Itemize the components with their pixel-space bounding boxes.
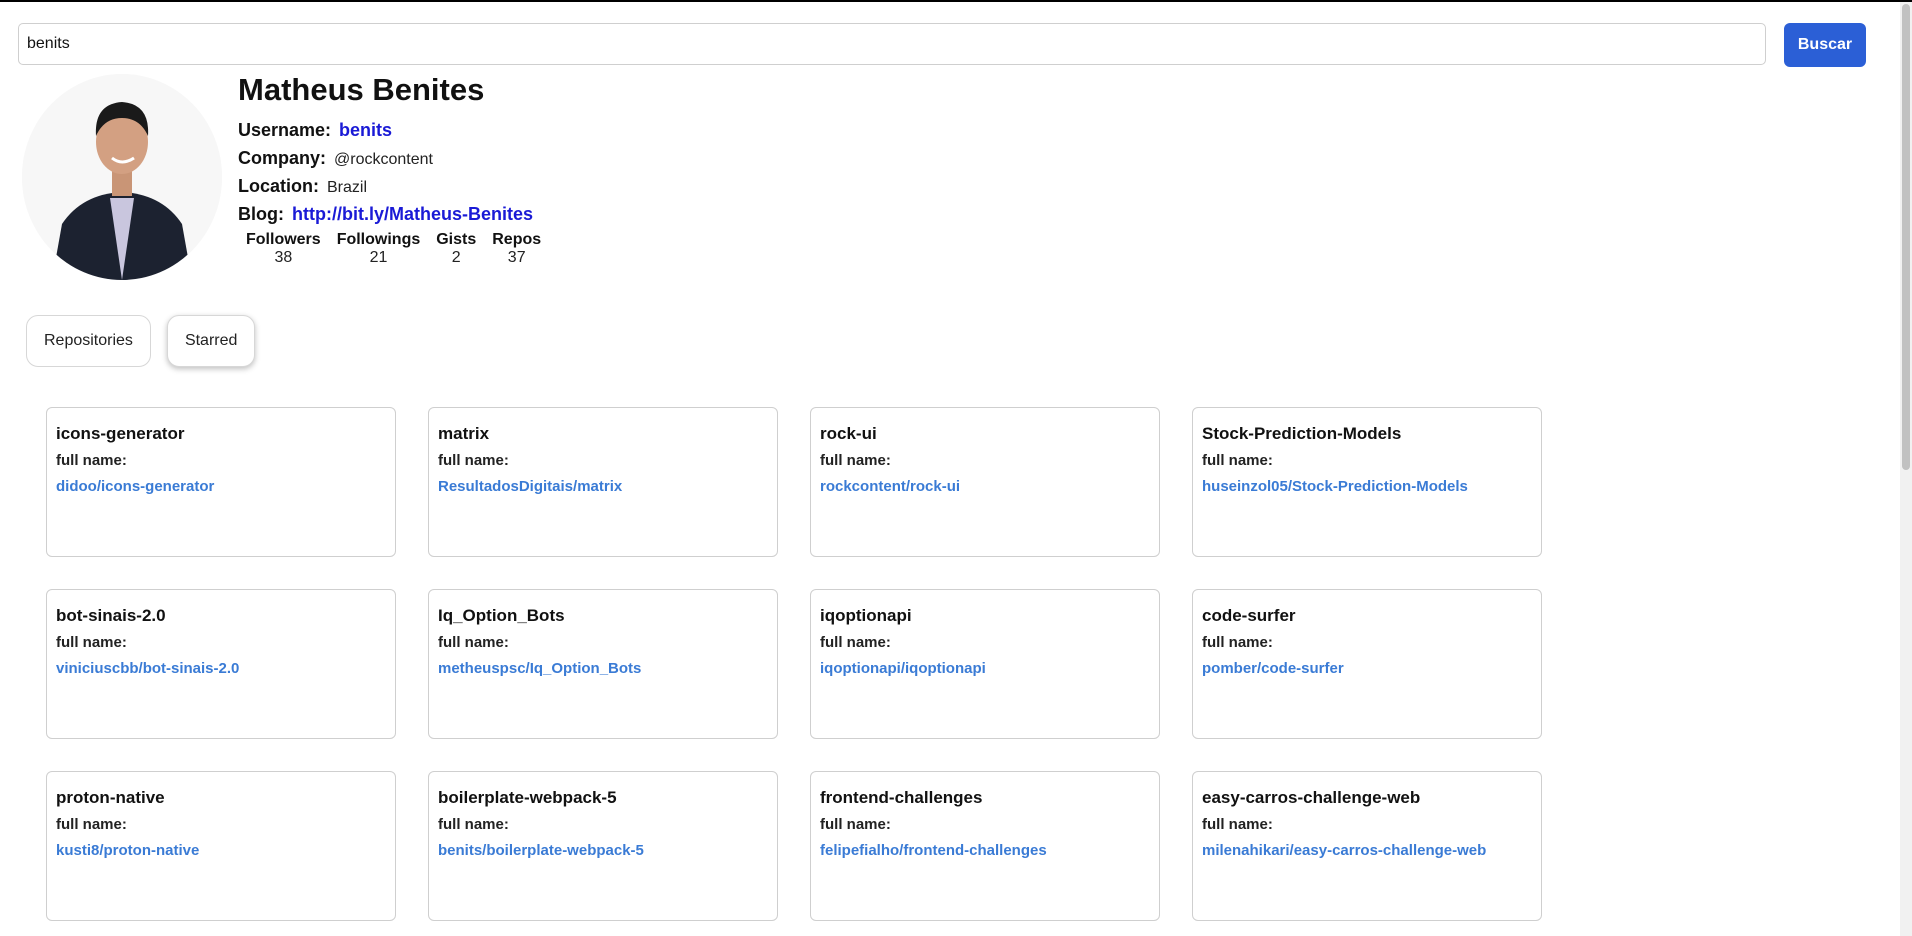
repo-card: iqoptionapi full name: iqoptionapi/iqopt… bbox=[810, 589, 1160, 739]
repo-name: rock-ui bbox=[820, 424, 877, 443]
repo-full-name-link[interactable]: felipefialho/frontend-challenges bbox=[820, 842, 1047, 859]
full-name-label: full name: bbox=[1202, 452, 1273, 469]
username-label: Username: bbox=[238, 120, 332, 140]
blog-row: Blog: http://bit.ly/Matheus-Benites bbox=[238, 200, 541, 228]
repo-name: boilerplate-webpack-5 bbox=[438, 788, 617, 807]
stat-value: 21 bbox=[369, 249, 388, 266]
repo-full-name-link[interactable]: huseinzol05/Stock-Prediction-Models bbox=[1202, 478, 1468, 495]
avatar bbox=[22, 74, 222, 280]
repo-full-name-link[interactable]: didoo/icons-generator bbox=[56, 478, 214, 495]
stat-label: Followings bbox=[336, 231, 421, 248]
repo-card: boilerplate-webpack-5 full name: benits/… bbox=[428, 771, 778, 921]
company-row: Company: @rockcontent bbox=[238, 144, 541, 172]
repo-card: bot-sinais-2.0 full name: viniciuscbb/bo… bbox=[46, 589, 396, 739]
stat-label: Gists bbox=[436, 231, 477, 248]
full-name-label: full name: bbox=[438, 816, 509, 833]
repo-full-name-link[interactable]: benits/boilerplate-webpack-5 bbox=[438, 842, 644, 859]
repo-card: rock-ui full name: rockcontent/rock-ui bbox=[810, 407, 1160, 557]
repo-full-name-link[interactable]: milenahikari/easy-carros-challenge-web bbox=[1202, 842, 1486, 859]
full-name-label: full name: bbox=[438, 634, 509, 651]
search-bar: Buscar bbox=[18, 23, 1866, 67]
repo-full-name-link[interactable]: viniciuscbb/bot-sinais-2.0 bbox=[56, 660, 239, 677]
full-name-label: full name: bbox=[820, 816, 891, 833]
repo-name: bot-sinais-2.0 bbox=[56, 606, 166, 625]
full-name-label: full name: bbox=[1202, 634, 1273, 651]
repo-card: Iq_Option_Bots full name: metheuspsc/Iq_… bbox=[428, 589, 778, 739]
search-input[interactable] bbox=[18, 23, 1766, 65]
profile-info: Matheus Benites Username: benits Company:… bbox=[238, 72, 541, 267]
full-name-label: full name: bbox=[56, 452, 127, 469]
tabs: Repositories Starred bbox=[26, 315, 256, 367]
repo-full-name-link[interactable]: iqoptionapi/iqoptionapi bbox=[820, 660, 986, 677]
stat-value: 38 bbox=[274, 249, 293, 266]
repo-name: Iq_Option_Bots bbox=[438, 606, 565, 625]
company-label: Company: bbox=[238, 148, 327, 168]
blog-label: Blog: bbox=[238, 204, 284, 224]
location-value: Brazil bbox=[327, 179, 368, 196]
repo-card: matrix full name: ResultadosDigitais/mat… bbox=[428, 407, 778, 557]
profile-stats: Followers 38 Followings 21 Gists 2 Repos… bbox=[246, 231, 541, 267]
repo-name: iqoptionapi bbox=[820, 606, 912, 625]
stat-label: Followers bbox=[246, 231, 321, 248]
repo-card: code-surfer full name: pomber/code-surfe… bbox=[1192, 589, 1542, 739]
stat-followers: Followers 38 bbox=[246, 231, 321, 267]
stat-label: Repos bbox=[492, 231, 542, 248]
repo-name: easy-carros-challenge-web bbox=[1202, 788, 1421, 807]
stat-repos: Repos 37 bbox=[492, 231, 541, 267]
repo-card: proton-native full name: kusti8/proton-n… bbox=[46, 771, 396, 921]
scrollbar[interactable] bbox=[1900, 2, 1912, 936]
full-name-label: full name: bbox=[56, 634, 127, 651]
stat-followings: Followings 21 bbox=[337, 231, 421, 267]
tab-repositories[interactable]: Repositories bbox=[26, 315, 151, 367]
repo-full-name-link[interactable]: metheuspsc/Iq_Option_Bots bbox=[438, 660, 641, 677]
username-link[interactable]: benits bbox=[339, 120, 392, 140]
repo-card: icons-generator full name: didoo/icons-g… bbox=[46, 407, 396, 557]
repo-name: matrix bbox=[438, 424, 490, 443]
repo-name: Stock-Prediction-Models bbox=[1202, 424, 1402, 443]
username-row: Username: benits bbox=[238, 116, 541, 144]
starred-repo-grid: icons-generator full name: didoo/icons-g… bbox=[46, 407, 1542, 921]
full-name-label: full name: bbox=[1202, 816, 1273, 833]
stat-value: 2 bbox=[451, 249, 461, 266]
repo-full-name-link[interactable]: pomber/code-surfer bbox=[1202, 660, 1344, 677]
scrollbar-thumb[interactable] bbox=[1902, 4, 1910, 470]
location-row: Location: Brazil bbox=[238, 172, 541, 200]
avatar-image bbox=[22, 74, 222, 280]
full-name-label: full name: bbox=[820, 452, 891, 469]
repo-name: proton-native bbox=[56, 788, 165, 807]
repo-full-name-link[interactable]: rockcontent/rock-ui bbox=[820, 478, 960, 495]
repo-name: frontend-challenges bbox=[820, 788, 983, 807]
repo-card: easy-carros-challenge-web full name: mil… bbox=[1192, 771, 1542, 921]
repo-full-name-link[interactable]: ResultadosDigitais/matrix bbox=[438, 478, 622, 495]
full-name-label: full name: bbox=[820, 634, 891, 651]
full-name-label: full name: bbox=[56, 816, 127, 833]
location-label: Location: bbox=[238, 176, 319, 196]
stat-value: 37 bbox=[507, 249, 526, 266]
repo-full-name-link[interactable]: kusti8/proton-native bbox=[56, 842, 199, 859]
company-value: @rockcontent bbox=[334, 151, 433, 168]
repo-card: Stock-Prediction-Models full name: husei… bbox=[1192, 407, 1542, 557]
repo-card: frontend-challenges full name: felipefia… bbox=[810, 771, 1160, 921]
blog-link[interactable]: http://bit.ly/Matheus-Benites bbox=[292, 204, 533, 224]
stat-gists: Gists 2 bbox=[436, 231, 476, 267]
repo-name: icons-generator bbox=[56, 424, 185, 443]
profile-name: Matheus Benites bbox=[238, 72, 485, 107]
repo-name: code-surfer bbox=[1202, 606, 1296, 625]
search-button[interactable]: Buscar bbox=[1784, 23, 1866, 67]
tab-starred[interactable]: Starred bbox=[166, 315, 256, 367]
full-name-label: full name: bbox=[438, 452, 509, 469]
